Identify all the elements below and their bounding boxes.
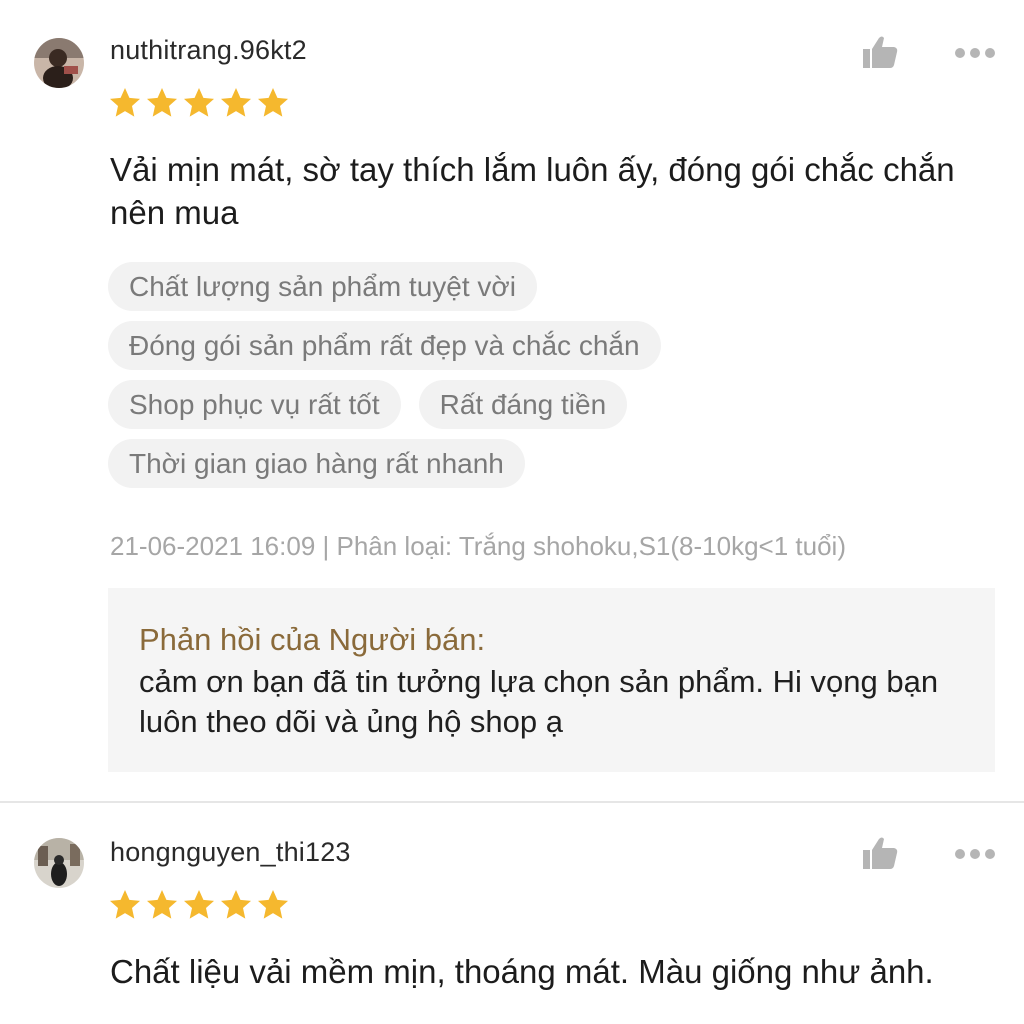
review-text: Vải mịn mát, sờ tay thích lắm luôn ấy, đ… <box>110 151 955 231</box>
more-options-icon[interactable] <box>953 847 997 861</box>
star-icon <box>258 88 288 117</box>
star-icon <box>147 890 177 919</box>
star-icon <box>110 890 140 919</box>
review-text: Chất liệu vải mềm mịn, thoáng mát. Màu g… <box>110 953 934 990</box>
star-icon <box>184 890 214 919</box>
star-icon <box>110 88 140 117</box>
star-icon <box>258 890 288 919</box>
review-tag: Shop phục vụ rất tốt <box>108 380 401 429</box>
seller-reply-box: Phản hồi của Người bán: cảm ơn bạn đã ti… <box>108 588 995 772</box>
avatar[interactable] <box>34 38 84 88</box>
review-tag: Rất đáng tiền <box>418 380 628 429</box>
review-tag: Chất lượng sản phẩm tuyệt vời <box>108 262 537 311</box>
more-options-icon[interactable] <box>953 46 997 60</box>
reviewer-username[interactable]: hongnguyen_thi123 <box>110 837 351 868</box>
rating-stars <box>108 86 290 120</box>
star-icon <box>147 88 177 117</box>
rating-stars <box>108 888 290 922</box>
review-meta: 21-06-2021 16:09 | Phân loại: Trắng shoh… <box>110 531 846 561</box>
seller-reply-text: cảm ơn bạn đã tin tưởng lựa chọn sản phẩ… <box>139 664 939 739</box>
reviewer-username[interactable]: nuthitrang.96kt2 <box>110 35 307 66</box>
avatar[interactable] <box>34 838 84 888</box>
star-icon <box>184 88 214 117</box>
seller-reply-title: Phản hồi của Người bán: <box>139 622 486 657</box>
review-tags: Chất lượng sản phẩm tuyệt vời Đóng gói s… <box>108 262 988 498</box>
review-tag: Đóng gói sản phẩm rất đẹp và chắc chắn <box>108 321 661 370</box>
star-icon <box>221 88 251 117</box>
thumbs-up-icon[interactable] <box>860 833 900 873</box>
divider <box>0 801 1024 803</box>
star-icon <box>221 890 251 919</box>
review-tag: Thời gian giao hàng rất nhanh <box>108 439 525 488</box>
thumbs-up-icon[interactable] <box>860 32 900 72</box>
